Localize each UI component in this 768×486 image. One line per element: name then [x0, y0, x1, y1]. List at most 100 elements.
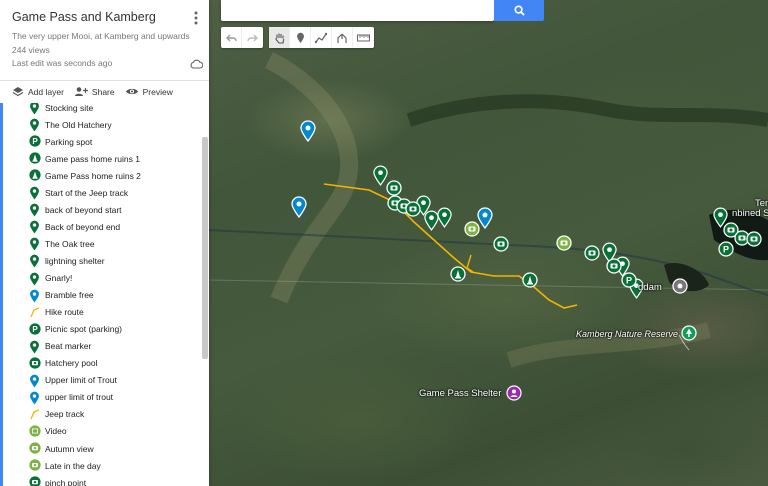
- map-overlay: [209, 51, 768, 368]
- camera-green-icon: [29, 357, 41, 371]
- ruler-icon: [357, 34, 370, 41]
- map-sidebar: Game Pass and Kamberg The very upper Moo…: [0, 0, 209, 486]
- svg-text:P: P: [626, 276, 632, 286]
- view-count: 244 views: [12, 45, 50, 55]
- shelter-marker[interactable]: [506, 385, 522, 406]
- pan-tool-button[interactable]: [269, 27, 290, 48]
- reserve-label: Kamberg Nature Reserve: [576, 329, 679, 339]
- cloud-saved-icon: [190, 56, 204, 74]
- feature-list: Stocking site The Old Hatchery P Parking sp…: [0, 103, 209, 486]
- feature-label: Gnarly!: [45, 273, 73, 283]
- pin-green-icon: [29, 103, 40, 117]
- camera-olive-icon: [29, 459, 41, 473]
- parking-marker[interactable]: P: [718, 241, 734, 262]
- line-yellow-icon: [29, 408, 41, 422]
- camera-marker[interactable]: [493, 236, 509, 257]
- search-icon: [513, 5, 525, 16]
- pin-blue-icon: [29, 374, 40, 390]
- search-button[interactable]: [494, 0, 544, 21]
- green-pin-marker[interactable]: [437, 207, 452, 233]
- feature-label: Autumn view: [45, 443, 94, 454]
- add-layer-button[interactable]: Add layer: [12, 86, 64, 97]
- olive-camera-marker[interactable]: [556, 235, 572, 256]
- feature-label: The Oak tree: [45, 238, 95, 249]
- parking-green-icon: P: [29, 323, 41, 337]
- layer-actions: Add layer Share Preview: [12, 86, 173, 97]
- hand-icon: [274, 33, 284, 44]
- feature-label: Video: [45, 426, 67, 437]
- feature-label: Start of the Jeep track: [45, 187, 129, 198]
- feature-label: Beat marker: [45, 341, 92, 352]
- feature-label: The Old Hatchery: [45, 119, 112, 130]
- monument-marker[interactable]: [450, 266, 466, 287]
- camera-marker[interactable]: [405, 201, 421, 222]
- satellite-map[interactable]: P P Game Pass Shelter Kamberg Nature Res…: [209, 0, 768, 486]
- feature-label: Parking spot: [45, 136, 93, 147]
- feature-label: Hike route: [45, 307, 84, 318]
- place-marker[interactable]: [672, 278, 688, 299]
- camera-marker[interactable]: [746, 231, 762, 252]
- feature-label: upper limit of trout: [45, 392, 114, 403]
- undo-button[interactable]: [221, 27, 242, 48]
- measure-button[interactable]: [353, 27, 374, 48]
- divider: [0, 80, 209, 81]
- camera-green-icon: [29, 476, 41, 486]
- redo-icon: [247, 34, 258, 41]
- redo-button[interactable]: [242, 27, 263, 48]
- pin-green-icon: [29, 237, 40, 253]
- feature-label: Bramble free: [45, 290, 94, 301]
- feature-label: Hatchery pool: [45, 358, 98, 369]
- video-olive-icon: [29, 425, 41, 439]
- feature-label: Game pass home ruins 1: [45, 153, 140, 164]
- tree-marker[interactable]: [681, 325, 697, 346]
- blue-pin-marker[interactable]: [291, 196, 307, 223]
- edge-label-2: nbined Sc: [732, 208, 768, 219]
- blue-pin-marker[interactable]: [300, 120, 316, 147]
- feature-label: Game Pass home ruins 2: [45, 170, 141, 181]
- sidebar-scrollbar[interactable]: [202, 137, 208, 359]
- pin-green-icon: [29, 220, 40, 236]
- share-button[interactable]: Share: [74, 86, 115, 97]
- map-title[interactable]: Game Pass and Kamberg: [12, 10, 156, 24]
- draw-line-button[interactable]: [311, 27, 332, 48]
- pin-blue-icon: [29, 289, 40, 305]
- pin-green-icon: [29, 272, 40, 288]
- feature-label: Stocking site: [45, 103, 94, 113]
- map-description[interactable]: The very upper Mooi, at Kamberg and upwa…: [12, 31, 190, 41]
- add-marker-button[interactable]: [290, 27, 311, 48]
- camera-marker[interactable]: [606, 258, 622, 279]
- olive-camera-marker[interactable]: [464, 221, 480, 242]
- dam-label: ddam: [638, 282, 662, 293]
- my-maps-editor: P P Game Pass Shelter Kamberg Nature Res…: [0, 0, 768, 486]
- search-input[interactable]: [221, 0, 494, 21]
- preview-button[interactable]: Preview: [125, 86, 173, 97]
- pin-blue-icon: [29, 391, 40, 407]
- draw-line-icon: [315, 32, 327, 43]
- pin-green-icon: [29, 118, 40, 134]
- directions-button[interactable]: [332, 27, 353, 48]
- last-edit-status: Last edit was seconds ago: [12, 58, 113, 68]
- svg-text:P: P: [32, 137, 38, 146]
- monument-green-icon: [29, 169, 41, 183]
- more-options-icon[interactable]: [190, 10, 202, 26]
- marker-icon: [296, 32, 304, 43]
- svg-text:P: P: [32, 325, 38, 334]
- pin-green-icon: [29, 186, 40, 202]
- parking-green-icon: P: [29, 135, 41, 149]
- parking-marker[interactable]: P: [621, 272, 637, 293]
- preview-label: Preview: [142, 86, 173, 97]
- layers-icon: [12, 87, 24, 97]
- directions-icon: [337, 33, 347, 43]
- monument-marker[interactable]: [522, 272, 538, 293]
- feature-label: Jeep track: [45, 409, 85, 420]
- feature-label: back of beyond start: [45, 204, 122, 215]
- line-yellow-icon: [29, 306, 41, 320]
- share-label: Share: [91, 86, 115, 97]
- undo-icon: [225, 34, 237, 41]
- shelter-label: Game Pass Shelter: [419, 388, 502, 399]
- feature-label: lightning shelter: [45, 255, 105, 266]
- svg-text:P: P: [723, 245, 729, 255]
- add-person-icon: [74, 87, 88, 96]
- feature-label: Back of beyond end: [45, 221, 121, 232]
- camera-marker[interactable]: [584, 245, 600, 266]
